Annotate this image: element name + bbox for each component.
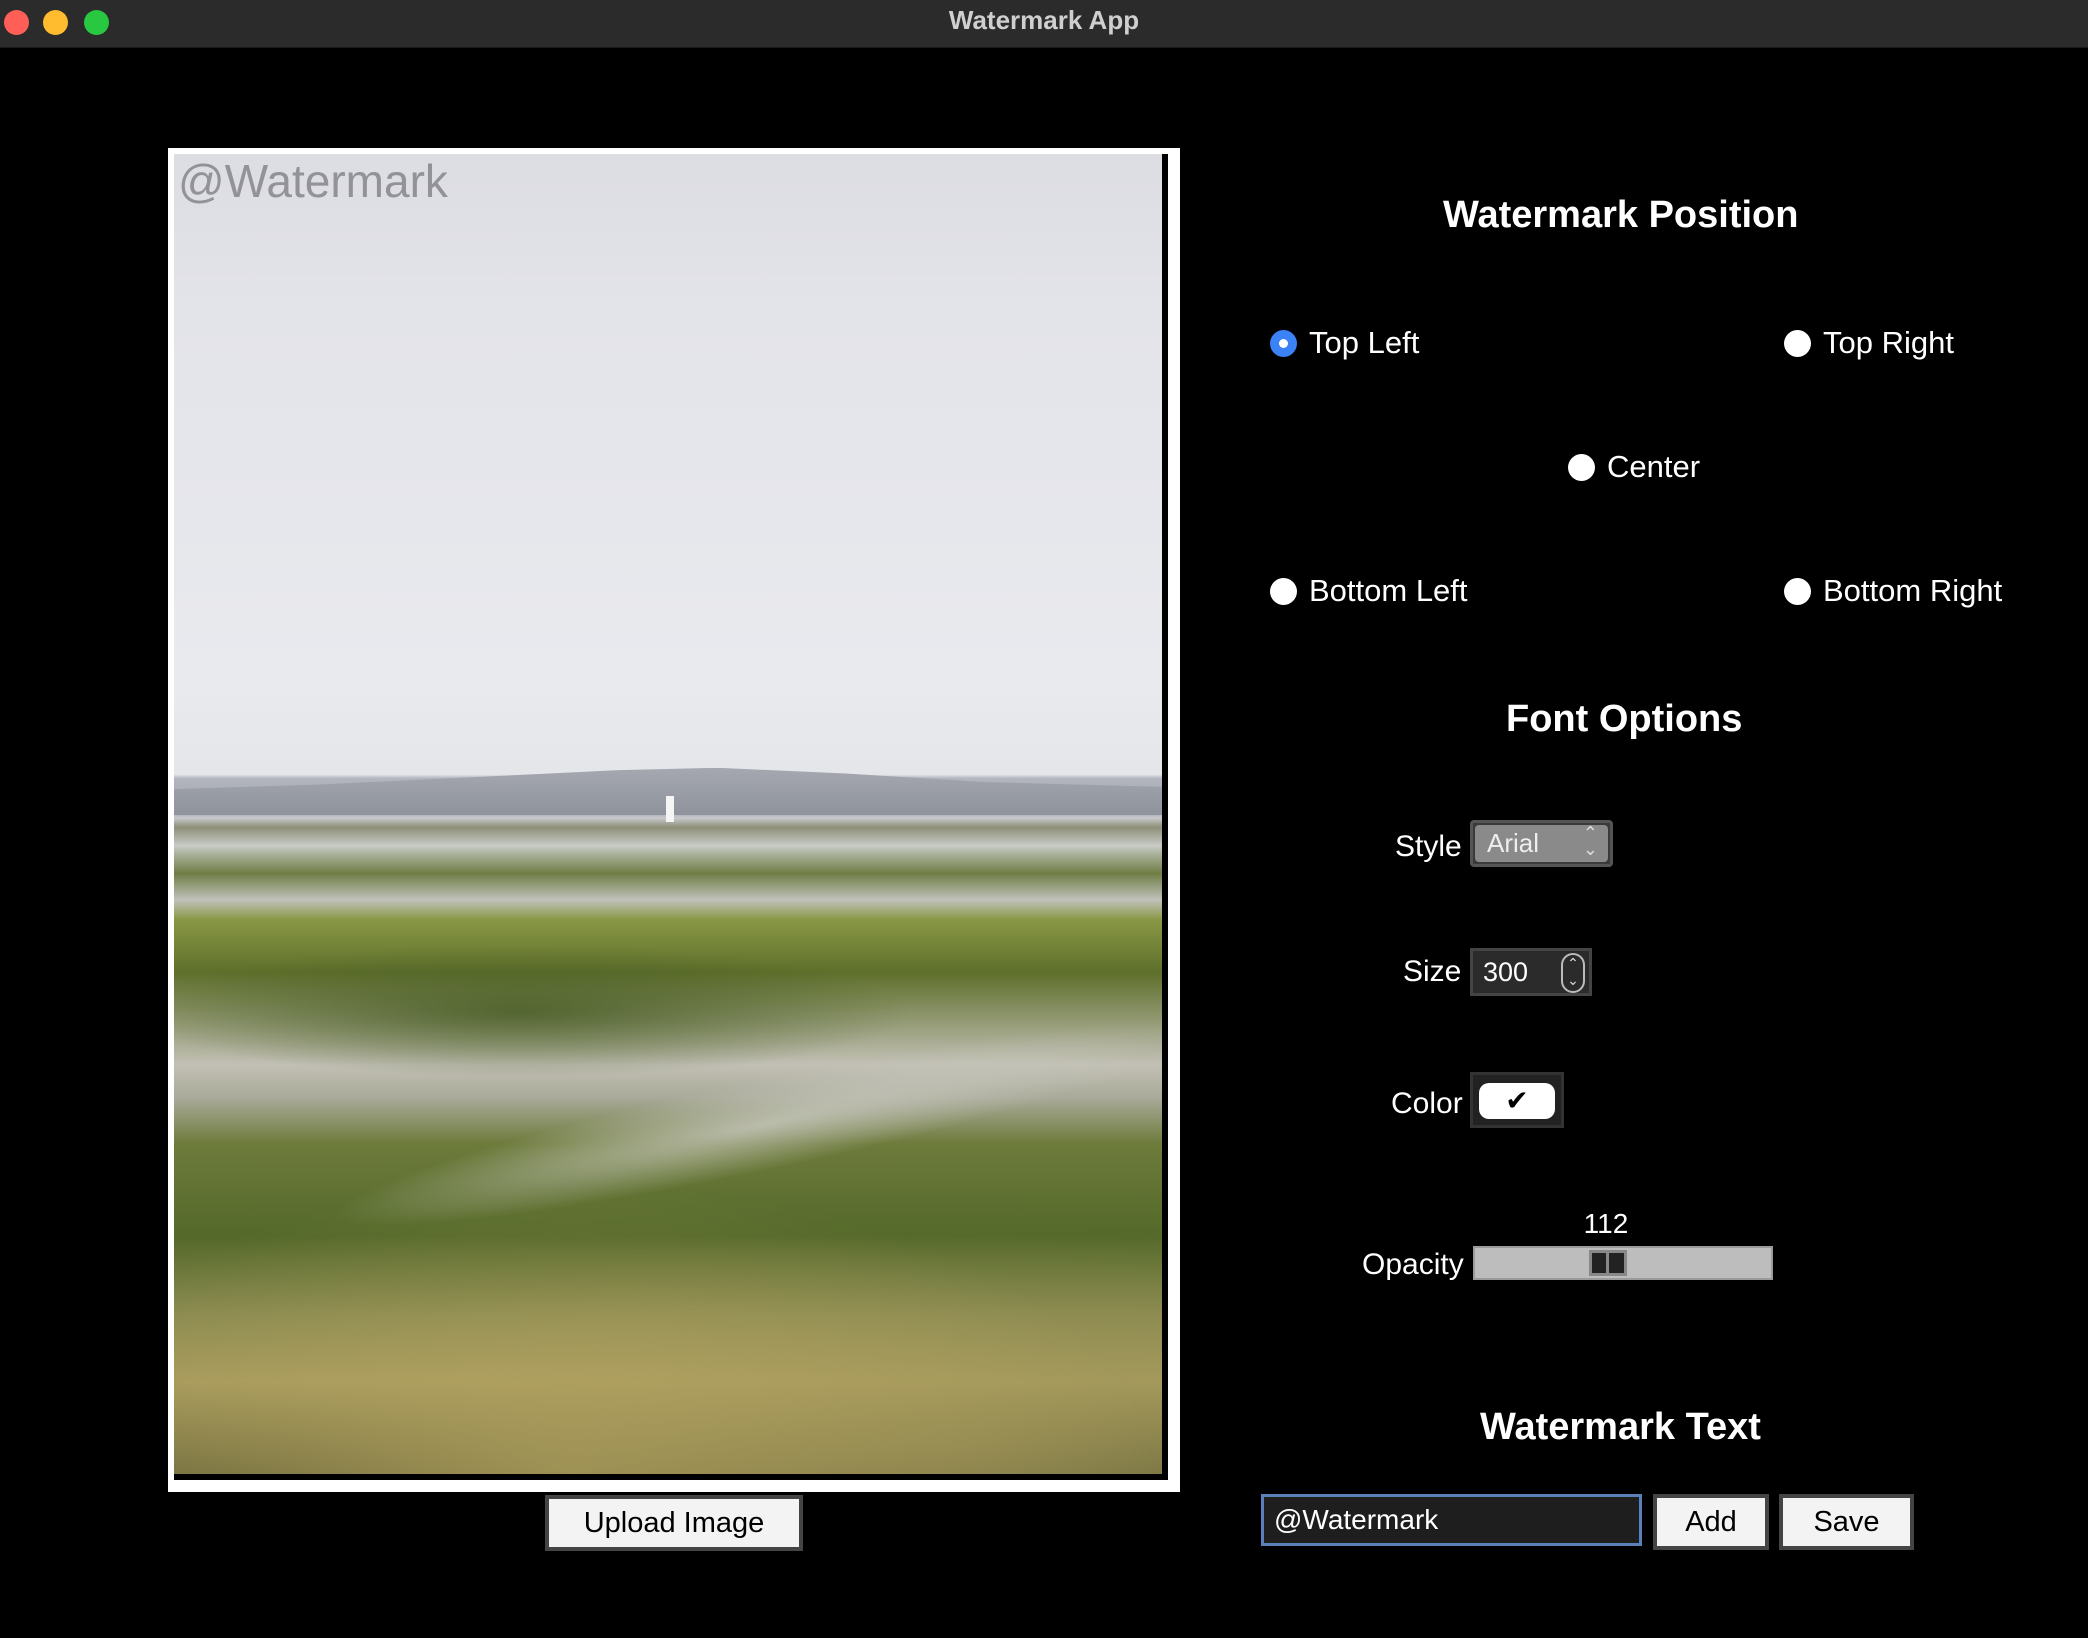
watermark-overlay-text: @Watermark xyxy=(178,155,448,207)
radio-label: Top Right xyxy=(1823,325,1954,360)
radio-icon xyxy=(1784,577,1811,605)
radio-icon xyxy=(1784,329,1811,357)
opacity-slider[interactable] xyxy=(1473,1246,1773,1280)
window-title: Watermark App xyxy=(948,5,1140,35)
stepper-arrows-icon[interactable]: ⌃ ⌄ xyxy=(1561,953,1585,993)
radio-top-left[interactable]: Top Left xyxy=(1270,325,1419,361)
title-bar: Watermark App xyxy=(0,0,2088,48)
landscape-photo: @Watermark xyxy=(174,154,1168,1480)
slider-thumb[interactable] xyxy=(1589,1250,1627,1276)
radio-selected-icon xyxy=(1270,329,1297,357)
opacity-value: 112 xyxy=(1583,1208,1629,1239)
radio-top-right[interactable]: Top Right xyxy=(1784,325,1954,361)
radio-bottom-left[interactable]: Bottom Left xyxy=(1270,573,1468,609)
opacity-label: Opacity xyxy=(1362,1248,1464,1281)
font-size-value: 300 xyxy=(1483,957,1529,987)
radio-label: Top Left xyxy=(1309,325,1420,360)
radio-label: Bottom Right xyxy=(1823,573,2003,608)
checkmark-icon: ✔ xyxy=(1479,1083,1555,1119)
marsh-patch xyxy=(174,946,915,1078)
updown-chevron-icon: ⌃ ⌄ xyxy=(1582,823,1598,859)
add-button[interactable]: Add xyxy=(1653,1494,1769,1550)
save-button[interactable]: Save xyxy=(1779,1494,1914,1550)
font-section-title: Font Options xyxy=(1506,698,1743,740)
size-label: Size xyxy=(1403,955,1462,988)
style-label: Style xyxy=(1395,830,1462,863)
radio-label: Bottom Left xyxy=(1309,573,1468,608)
foreground-grass xyxy=(174,1183,1162,1474)
upload-image-button[interactable]: Upload Image xyxy=(545,1495,803,1551)
font-style-select[interactable]: Arial ⌃ ⌄ xyxy=(1470,820,1613,867)
lighthouse xyxy=(666,795,675,822)
radio-label: Center xyxy=(1607,449,1701,484)
color-label: Color xyxy=(1391,1087,1463,1120)
font-size-spinbox[interactable]: 300 ⌃ ⌄ xyxy=(1470,948,1592,996)
radio-icon xyxy=(1568,453,1595,481)
radio-icon xyxy=(1270,577,1297,605)
position-section-title: Watermark Position xyxy=(1443,194,1799,236)
image-preview: @Watermark xyxy=(168,148,1180,1492)
radio-center[interactable]: Center xyxy=(1568,449,1700,485)
color-picker-button[interactable]: ✔ xyxy=(1470,1072,1564,1128)
radio-bottom-right[interactable]: Bottom Right xyxy=(1784,573,2002,609)
watermark-text-input[interactable] xyxy=(1261,1494,1642,1546)
text-section-title: Watermark Text xyxy=(1480,1406,1761,1448)
